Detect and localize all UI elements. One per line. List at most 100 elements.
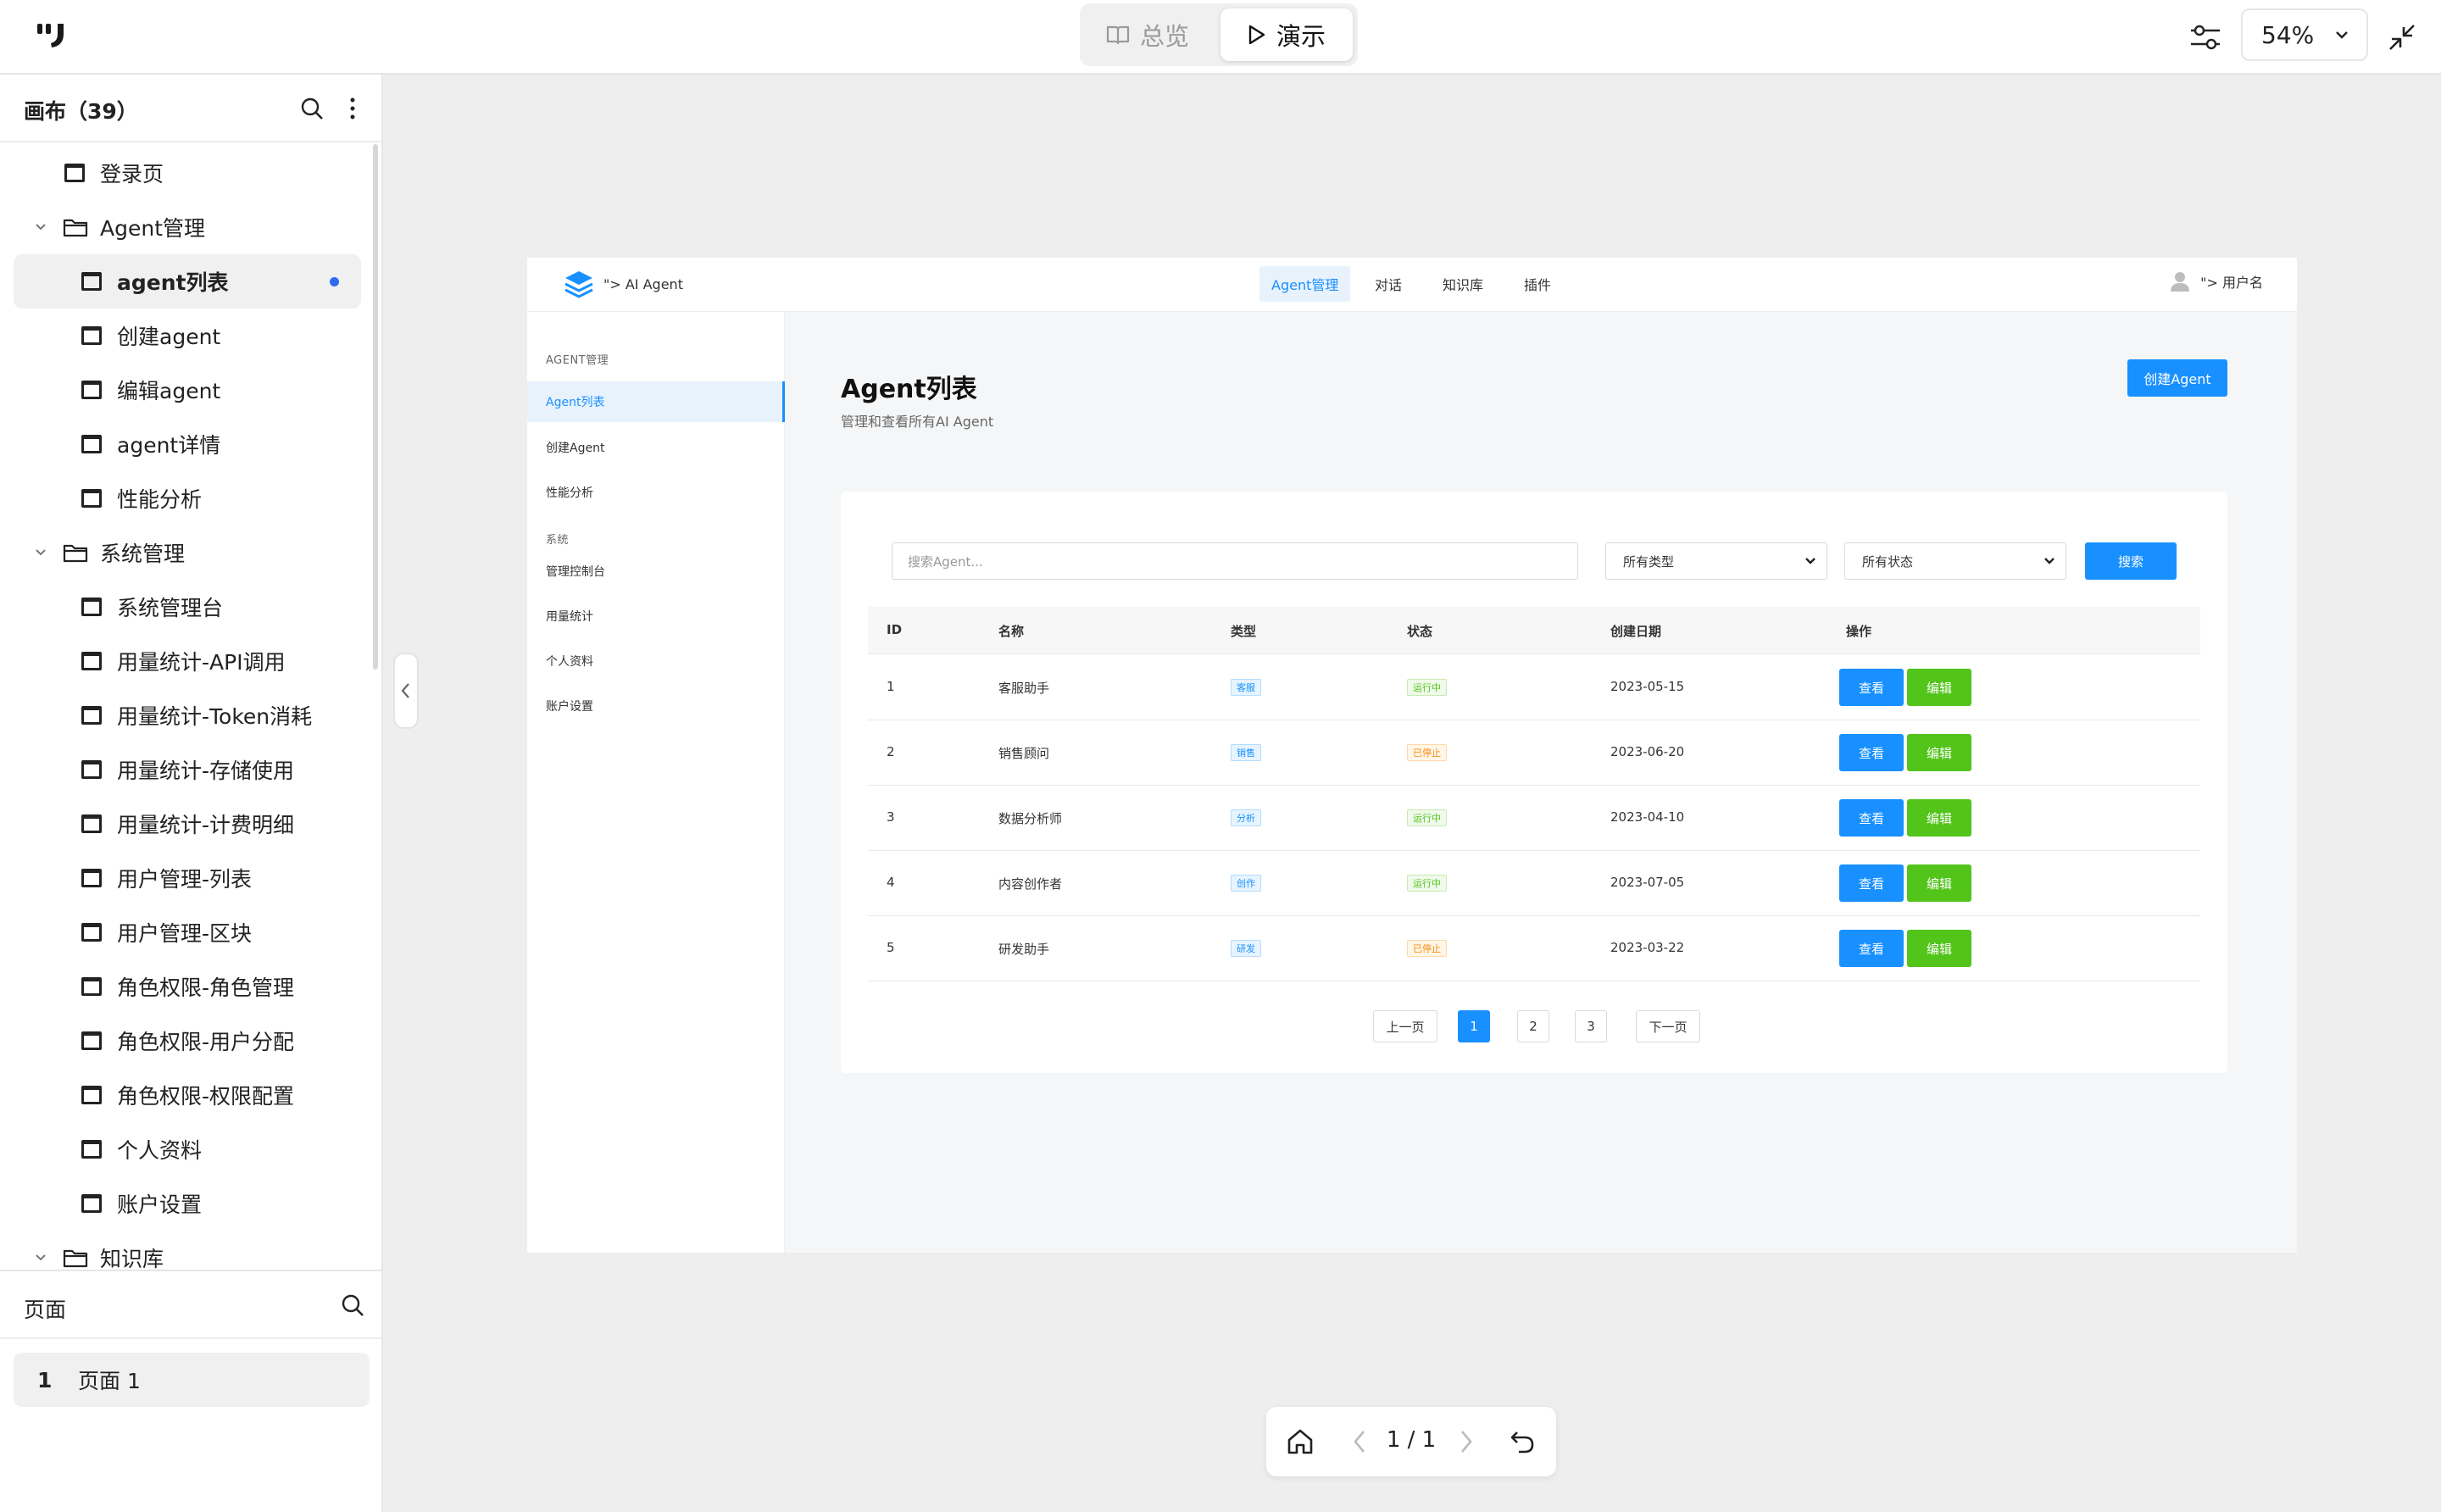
tree-page-item[interactable]: 账户设置: [81, 1176, 202, 1231]
page-frame-icon: [81, 435, 102, 453]
page-frame-icon: [81, 923, 102, 942]
previous-page-button[interactable]: [1341, 1423, 1378, 1460]
tree-folder[interactable]: Agent管理: [34, 200, 205, 254]
next-page-button[interactable]: 下一页: [1636, 1010, 1700, 1042]
side-item-agent-list[interactable]: Agent列表: [527, 381, 785, 422]
cell-id: 2: [887, 744, 895, 759]
tree-item-label: 账户设置: [117, 1192, 203, 1217]
agent-search-input[interactable]: 搜索Agent...: [892, 542, 1578, 580]
settings-sliders-button[interactable]: [2183, 15, 2227, 59]
tree-page-item[interactable]: 角色权限-角色管理: [81, 959, 294, 1014]
side-section-title: AGENT管理: [546, 354, 609, 367]
home-button[interactable]: [1282, 1423, 1319, 1460]
view-button[interactable]: 查看: [1839, 864, 1904, 902]
canvas-search-button[interactable]: [295, 92, 329, 125]
chevron-right-icon: [1461, 1431, 1472, 1453]
tree-page-item[interactable]: 创建agent: [81, 309, 220, 363]
tree-page-item[interactable]: 用户管理-区块: [81, 905, 252, 959]
tree-page-item[interactable]: 编辑agent: [81, 363, 220, 417]
mode-switch: 总览 演示: [1080, 3, 1358, 66]
search-button[interactable]: 搜索: [2085, 542, 2177, 580]
page-button-1[interactable]: 1: [1458, 1010, 1490, 1042]
collapse-sidebar-button[interactable]: [393, 653, 419, 729]
chevron-down-icon[interactable]: [34, 546, 47, 559]
cell-name: 客服助手: [998, 681, 1050, 696]
agent-table-card: 搜索Agent... 所有类型 所有状态 搜索 ID 名称 类型 状态 创建日期…: [841, 492, 2227, 1073]
view-button[interactable]: 查看: [1839, 930, 1904, 967]
tree-page-item[interactable]: 角色权限-权限配置: [81, 1068, 294, 1122]
next-page-button[interactable]: [1448, 1423, 1485, 1460]
tree-page-item[interactable]: 系统管理台: [81, 580, 223, 634]
tree-page-item[interactable]: 用户管理-列表: [81, 851, 252, 905]
tree-page-item[interactable]: 个人资料: [81, 1122, 202, 1176]
edit-button[interactable]: 编辑: [1907, 734, 1971, 771]
tree-scrollbar[interactable]: [373, 144, 378, 670]
top-bar: 总览 演示 54%: [0, 0, 2441, 75]
tree-page-item[interactable]: 用量统计-计费明细: [81, 797, 294, 851]
zoom-select[interactable]: 54%: [2241, 8, 2368, 61]
status-badge: 运行中: [1407, 679, 1447, 696]
present-button[interactable]: 演示: [1220, 8, 1353, 61]
page-button-3[interactable]: 3: [1575, 1010, 1607, 1042]
pages-search-button[interactable]: [336, 1288, 370, 1322]
tree-page-item[interactable]: 用量统计-存储使用: [81, 742, 294, 797]
side-item-account-settings[interactable]: 账户设置: [527, 686, 785, 726]
canvas-more-button[interactable]: [336, 92, 370, 125]
table-row: 2 销售顾问 销售 已停止 2023-06-20 查看 编辑: [868, 720, 2200, 786]
side-item-performance[interactable]: 性能分析: [527, 472, 785, 513]
chevron-down-icon: [2044, 558, 2055, 564]
view-button[interactable]: 查看: [1839, 799, 1904, 837]
tree-page-item[interactable]: agent列表: [14, 254, 361, 309]
side-item-create-agent[interactable]: 创建Agent: [527, 427, 785, 468]
edit-button[interactable]: 编辑: [1907, 799, 1971, 837]
side-item-console[interactable]: 管理控制台: [527, 551, 785, 592]
zoom-value: 54%: [2261, 20, 2315, 49]
table-row: 4 内容创作者 创作 运行中 2023-07-05 查看 编辑: [868, 850, 2200, 916]
tree-page-item[interactable]: 登录页: [64, 146, 164, 200]
frame-nav-chat[interactable]: 对话: [1363, 266, 1414, 302]
type-filter-select[interactable]: 所有类型: [1605, 542, 1827, 580]
side-section-title: 系统: [546, 534, 570, 547]
exit-fullscreen-button[interactable]: [2380, 15, 2424, 59]
edit-button[interactable]: 编辑: [1907, 864, 1971, 902]
page-frame-icon: [81, 326, 102, 345]
view-button[interactable]: 查看: [1839, 669, 1904, 706]
page-list-item[interactable]: 1 页面 1: [14, 1353, 370, 1407]
canvas-title: 画布（39）: [24, 99, 138, 124]
tree-page-item[interactable]: 性能分析: [81, 471, 202, 525]
tree-page-item[interactable]: agent详情: [81, 417, 220, 471]
status-filter-value: 所有状态: [1862, 553, 1914, 570]
page-button-2[interactable]: 2: [1517, 1010, 1549, 1042]
frame-nav-knowledge[interactable]: 知识库: [1431, 266, 1495, 302]
tree-page-item[interactable]: 用量统计-API调用: [81, 634, 286, 688]
cell-name: 研发助手: [998, 942, 1050, 957]
tree-page-item[interactable]: 角色权限-用户分配: [81, 1014, 294, 1068]
status-filter-select[interactable]: 所有状态: [1844, 542, 2066, 580]
overview-button[interactable]: 总览: [1085, 8, 1210, 61]
column-header-actions: 操作: [1846, 624, 1872, 639]
edit-button[interactable]: 编辑: [1907, 930, 1971, 967]
view-button[interactable]: 查看: [1839, 734, 1904, 771]
edit-button[interactable]: 编辑: [1907, 669, 1971, 706]
frame-user-menu[interactable]: "> 用户名: [2168, 270, 2263, 293]
prev-page-button[interactable]: 上一页: [1373, 1010, 1437, 1042]
type-tag: 创作: [1231, 875, 1261, 892]
tree-item-label: 角色权限-角色管理: [117, 976, 295, 1000]
frame-nav-plugins[interactable]: 插件: [1512, 266, 1563, 302]
chevron-down-icon[interactable]: [34, 1251, 47, 1265]
page-frame-icon: [81, 1031, 102, 1050]
chevron-down-icon[interactable]: [34, 220, 47, 234]
undo-button[interactable]: [1504, 1423, 1541, 1460]
type-tag: 客服: [1231, 679, 1261, 696]
side-item-profile[interactable]: 个人资料: [527, 641, 785, 681]
column-header-type: 类型: [1231, 624, 1257, 639]
tree-item-label: Agent管理: [100, 216, 205, 241]
frame-nav-agent[interactable]: Agent管理: [1259, 266, 1351, 302]
side-item-usage[interactable]: 用量统计: [527, 596, 785, 636]
create-agent-button[interactable]: 创建Agent: [2127, 359, 2227, 397]
page-frame-icon: [81, 977, 102, 996]
tree-folder[interactable]: 系统管理: [34, 525, 185, 580]
cell-date: 2023-05-15: [1610, 679, 1685, 694]
tree-page-item[interactable]: 用量统计-Token消耗: [81, 688, 312, 742]
undo-icon: [1510, 1431, 1534, 1454]
